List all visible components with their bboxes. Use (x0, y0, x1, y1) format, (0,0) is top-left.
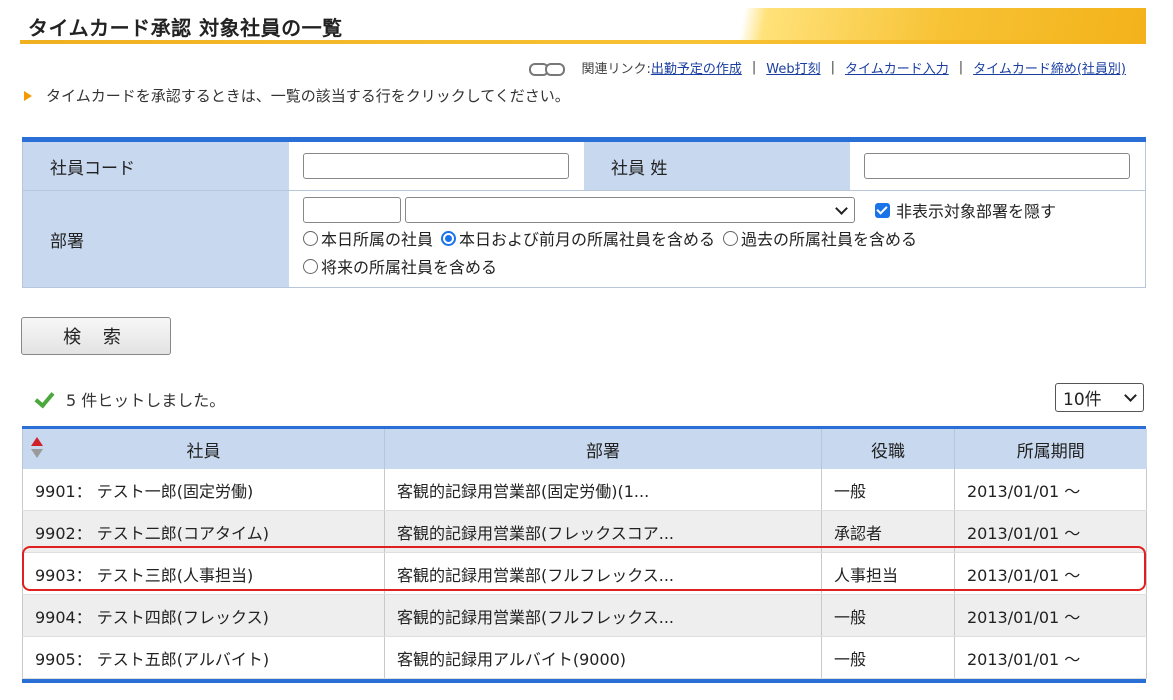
table-row[interactable]: 9902： テスト二郎(コアタイム) 客観的記録用営業部(フレックスコア... … (22, 510, 1147, 553)
column-header-label: 役職 (871, 441, 905, 462)
table-header-row: 社員 部署 役職 所属期間 (22, 429, 1147, 469)
related-links: 関連リンク: 出勤予定の作成 | Web打刻 | タイムカード入力 | タイムカ… (529, 58, 1126, 77)
radio-button[interactable] (723, 230, 739, 246)
link-attendance-plan[interactable]: 出勤予定の作成 (651, 58, 742, 77)
form-row-department: 部署 非表示対象部署を隠す 本日所属の社員 本日および前月の所属社員を含める 過… (22, 191, 1146, 288)
radio-button-selected[interactable] (441, 230, 457, 246)
cell-period: 2013/01/01 ～ (954, 510, 1147, 553)
link-separator: | (830, 60, 835, 75)
radio-today-and-last-month[interactable]: 本日および前月の所属社員を含める (441, 226, 715, 250)
cell-department: 客観的記録用営業部(固定労働)(1... (384, 469, 822, 511)
form-row-employee: 社員コード 社員 姓 (22, 142, 1146, 191)
cell-department: 客観的記録用アルバイト(9000) (384, 636, 822, 679)
link-timecard-input[interactable]: タイムカード入力 (845, 58, 949, 77)
page-header: タイムカード承認 対象社員の一覧 (20, 8, 1146, 44)
radio-past[interactable]: 過去の所属社員を含める (723, 226, 917, 250)
radio-button[interactable] (303, 258, 318, 274)
instruction: タイムカードを承認するときは、一覧の該当する行をクリックしてください。 (24, 85, 570, 106)
search-form: 社員コード 社員 姓 部署 非表示対象部署を隠す 本日所属の社員 本日および前月… (22, 137, 1146, 288)
column-header-label: 部署 (586, 441, 620, 462)
radio-label: 本日および前月の所属社員を含める (459, 230, 716, 249)
sort-icon[interactable] (31, 437, 43, 459)
link-chain-icon (529, 61, 567, 76)
result-summary: 5 件ヒットしました。 (34, 387, 225, 411)
cell-position: 一般 (821, 594, 955, 637)
per-page-value: 10件 (1063, 390, 1102, 410)
cell-period: 2013/01/01 ～ (954, 552, 1147, 595)
column-header-employee[interactable]: 社員 (22, 429, 385, 469)
search-button[interactable]: 検 索 (21, 317, 171, 355)
cell-position: 一般 (821, 636, 955, 679)
link-separator: | (751, 60, 757, 75)
cell-position: 人事担当 (821, 552, 955, 595)
radio-label: 将来の所属社員を含める (321, 258, 498, 277)
department-label: 部署 (23, 191, 289, 287)
column-header-period: 所属期間 (954, 429, 1147, 469)
cell-position: 一般 (821, 469, 955, 511)
check-icon (34, 389, 54, 409)
last-name-input[interactable] (864, 153, 1130, 179)
result-count-text: 5 件ヒットしました。 (66, 391, 226, 410)
last-name-cell (850, 142, 1145, 190)
department-select-line: 非表示対象部署を隠す (303, 197, 1145, 223)
link-separator: | (958, 60, 964, 75)
cell-period: 2013/01/01 ～ (954, 469, 1147, 511)
column-header-label: 所属期間 (1016, 441, 1085, 462)
cell-department: 客観的記録用営業部(フルフレックス... (384, 594, 822, 637)
department-cell: 非表示対象部署を隠す 本日所属の社員 本日および前月の所属社員を含める 過去の所… (289, 191, 1145, 287)
department-select[interactable] (405, 197, 855, 223)
hide-departments-label: 非表示対象部署を隠す (896, 202, 1057, 221)
cell-employee: 9905： テスト五郎(アルバイト) (22, 636, 385, 679)
cell-employee: 9904： テスト四郎(フレックス) (22, 594, 385, 637)
chevron-down-icon (835, 202, 848, 215)
link-timecard-close[interactable]: タイムカード締め(社員別) (973, 58, 1126, 77)
last-name-label: 社員 姓 (584, 142, 850, 190)
table-row[interactable]: 9901： テスト一郎(固定労働) 客観的記録用営業部(固定労働)(1... 一… (22, 469, 1147, 511)
cell-department: 客観的記録用営業部(フレックスコア... (384, 510, 822, 553)
instruction-text: タイムカードを承認するときは、一覧の該当する行をクリックしてください。 (46, 87, 570, 105)
table-row-highlighted[interactable]: 9903： テスト三郎(人事担当) 客観的記録用営業部(フルフレックス... 人… (22, 552, 1147, 595)
cell-period: 2013/01/01 ～ (954, 636, 1147, 679)
arrow-right-icon (24, 90, 32, 101)
employee-code-input[interactable] (303, 153, 569, 179)
hide-departments-checkbox[interactable] (875, 202, 890, 218)
table-row[interactable]: 9905： テスト五郎(アルバイト) 客観的記録用アルバイト(9000) 一般 … (22, 636, 1147, 679)
cell-employee: 9903： テスト三郎(人事担当) (22, 552, 385, 595)
column-header-position: 役職 (821, 429, 955, 469)
column-header-department: 部署 (384, 429, 822, 469)
per-page-select[interactable]: 10件 (1055, 383, 1144, 412)
radio-line-2: 将来の所属社員を含める (303, 253, 1145, 279)
cell-period: 2013/01/01 ～ (954, 594, 1147, 637)
link-web-punch[interactable]: Web打刻 (766, 58, 820, 77)
related-links-label: 関連リンク: (581, 62, 651, 77)
table-row[interactable]: 9904： テスト四郎(フレックス) 客観的記録用営業部(フルフレックス... … (22, 594, 1147, 637)
radio-today[interactable]: 本日所属の社員 (303, 226, 433, 250)
radio-future[interactable]: 将来の所属社員を含める (303, 254, 497, 278)
page-title: タイムカード承認 対象社員の一覧 (28, 16, 343, 40)
radio-line-1: 本日所属の社員 本日および前月の所属社員を含める 過去の所属社員を含める (303, 225, 1145, 251)
cell-employee: 9901： テスト一郎(固定労働) (22, 469, 385, 511)
employee-code-label: 社員コード (23, 142, 289, 190)
cell-position: 承認者 (821, 510, 955, 553)
employee-code-cell (289, 142, 584, 190)
table-bottom-border (22, 679, 1146, 683)
cell-department: 客観的記録用営業部(フルフレックス... (384, 552, 822, 595)
column-header-label: 社員 (186, 441, 221, 462)
department-code-input[interactable] (303, 197, 401, 223)
results-table: 社員 部署 役職 所属期間 9901： テスト一郎(固定労働) 客観的記録用営業… (22, 426, 1147, 683)
radio-button[interactable] (303, 230, 318, 246)
cell-employee: 9902： テスト二郎(コアタイム) (22, 510, 385, 553)
radio-label: 本日所属の社員 (321, 230, 434, 249)
chevron-down-icon (1124, 389, 1137, 402)
radio-label: 過去の所属社員を含める (741, 230, 918, 249)
